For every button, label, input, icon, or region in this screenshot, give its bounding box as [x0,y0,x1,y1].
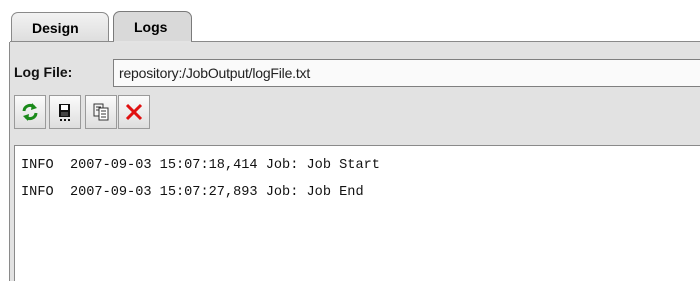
active-tab-join [114,41,191,43]
copy-icon [93,103,109,121]
tab-logs-label: Logs [134,19,168,35]
tab-logs[interactable]: Logs [113,11,192,42]
log-file-label: Log File: [14,64,73,80]
log-file-field[interactable]: repository:/JobOutput/logFile.txt [113,59,700,87]
delete-button[interactable] [118,95,150,129]
refresh-button[interactable] [14,95,46,129]
log-line: INFO 2007-09-03 15:07:27,893 Job: Job En… [21,185,364,200]
log-output[interactable]: INFO 2007-09-03 15:07:18,414 Job: Job St… [14,145,700,281]
log-line: INFO 2007-09-03 15:07:18,414 Job: Job St… [21,158,380,173]
tab-design[interactable]: Design [11,12,109,41]
tab-design-label: Design [32,20,79,36]
delete-icon [125,103,143,121]
tab-bar: Design Logs [0,0,700,42]
save-icon [59,104,70,121]
refresh-icon [22,103,38,121]
save-button[interactable] [49,95,81,129]
panel-left-border [9,42,10,281]
copy-button[interactable] [85,95,117,129]
